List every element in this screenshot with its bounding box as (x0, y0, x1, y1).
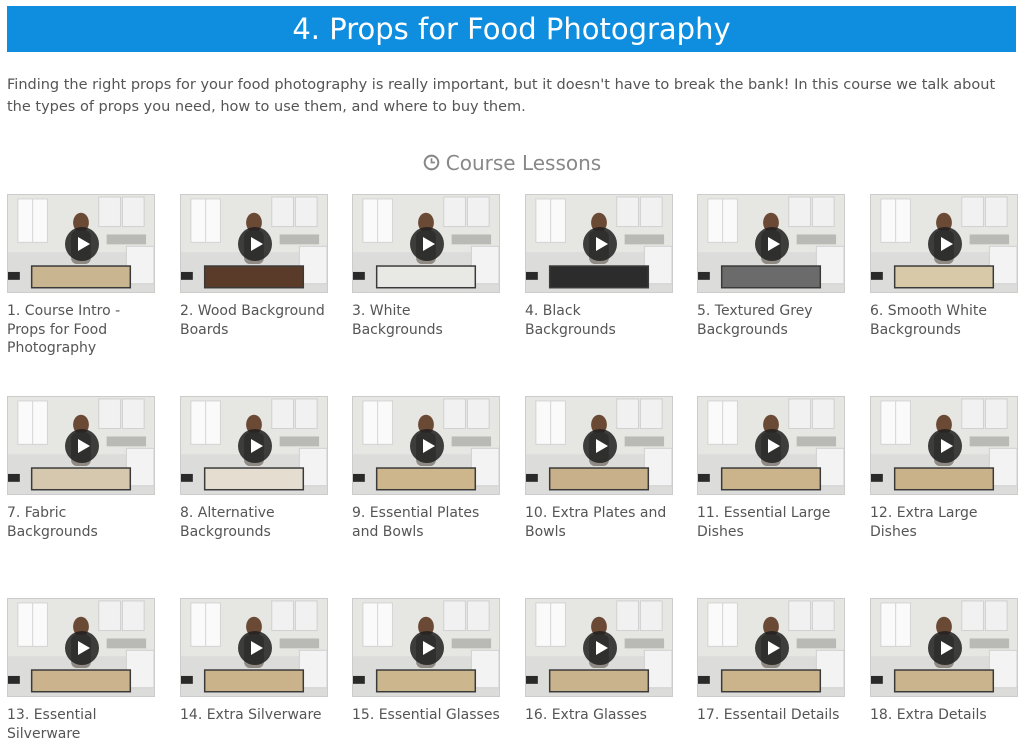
lesson-video-thumbnail[interactable] (352, 598, 500, 697)
play-icon[interactable] (928, 631, 962, 665)
lesson-title[interactable]: 18. Extra Details (870, 706, 1018, 725)
lesson-title[interactable]: 3. White Backgrounds (352, 302, 500, 339)
lesson-card[interactable]: 18. Extra Details (870, 598, 1018, 725)
lesson-title[interactable]: 5. Textured Grey Backgrounds (697, 302, 845, 339)
lesson-video-thumbnail[interactable] (525, 194, 673, 293)
lesson-title[interactable]: 4. Black Backgrounds (525, 302, 673, 339)
lesson-title[interactable]: 13. Essential Silverware (7, 706, 155, 743)
lesson-title[interactable]: 16. Extra Glasses (525, 706, 673, 725)
play-icon[interactable] (65, 429, 99, 463)
lesson-video-thumbnail[interactable] (352, 194, 500, 293)
lesson-video-thumbnail[interactable] (180, 598, 328, 697)
lesson-card[interactable]: 2. Wood Background Boards (180, 194, 328, 339)
play-icon[interactable] (755, 631, 789, 665)
lesson-card[interactable]: 5. Textured Grey Backgrounds (697, 194, 845, 339)
play-icon[interactable] (410, 631, 444, 665)
lesson-title[interactable]: 17. Essentail Details (697, 706, 845, 725)
lesson-card[interactable]: 4. Black Backgrounds (525, 194, 673, 339)
lesson-video-thumbnail[interactable] (180, 194, 328, 293)
lesson-video-thumbnail[interactable] (525, 598, 673, 697)
lesson-title[interactable]: 12. Extra Large Dishes (870, 504, 1018, 541)
lesson-card[interactable]: 10. Extra Plates and Bowls (525, 396, 673, 541)
play-icon[interactable] (238, 631, 272, 665)
lesson-video-thumbnail[interactable] (870, 194, 1018, 293)
lesson-card[interactable]: 12. Extra Large Dishes (870, 396, 1018, 541)
play-icon[interactable] (65, 227, 99, 261)
play-icon[interactable] (928, 227, 962, 261)
lesson-video-thumbnail[interactable] (7, 598, 155, 697)
play-icon[interactable] (583, 429, 617, 463)
play-icon[interactable] (583, 631, 617, 665)
lesson-video-thumbnail[interactable] (7, 194, 155, 293)
lessons-heading: Course Lessons (0, 151, 1024, 175)
lesson-title[interactable]: 9. Essential Plates and Bowls (352, 504, 500, 541)
lesson-card[interactable]: 13. Essential Silverware (7, 598, 155, 743)
play-icon[interactable] (755, 227, 789, 261)
lesson-title[interactable]: 2. Wood Background Boards (180, 302, 328, 339)
lesson-title[interactable]: 15. Essential Glasses (352, 706, 500, 725)
lesson-card[interactable]: 14. Extra Silverware (180, 598, 328, 725)
lesson-card[interactable]: 11. Essential Large Dishes (697, 396, 845, 541)
lesson-card[interactable]: 6. Smooth White Backgrounds (870, 194, 1018, 339)
lesson-card[interactable]: 16. Extra Glasses (525, 598, 673, 725)
play-icon[interactable] (928, 429, 962, 463)
clock-icon (423, 154, 440, 171)
lesson-title[interactable]: 14. Extra Silverware (180, 706, 328, 725)
play-icon[interactable] (755, 429, 789, 463)
play-icon[interactable] (410, 227, 444, 261)
course-description: Finding the right props for your food ph… (7, 77, 996, 115)
lesson-card[interactable]: 9. Essential Plates and Bowls (352, 396, 500, 541)
lesson-video-thumbnail[interactable] (352, 396, 500, 495)
play-icon[interactable] (238, 227, 272, 261)
lesson-video-thumbnail[interactable] (870, 396, 1018, 495)
play-icon[interactable] (410, 429, 444, 463)
lesson-video-thumbnail[interactable] (697, 194, 845, 293)
lesson-card[interactable]: 8. Alternative Backgrounds (180, 396, 328, 541)
lesson-video-thumbnail[interactable] (870, 598, 1018, 697)
lesson-video-thumbnail[interactable] (7, 396, 155, 495)
lesson-title[interactable]: 11. Essential Large Dishes (697, 504, 845, 541)
lesson-card[interactable]: 1. Course Intro - Props for Food Photogr… (7, 194, 155, 358)
page-title: 4. Props for Food Photography (7, 6, 1016, 52)
lesson-title[interactable]: 10. Extra Plates and Bowls (525, 504, 673, 541)
play-icon[interactable] (238, 429, 272, 463)
lesson-card[interactable]: 7. Fabric Backgrounds (7, 396, 155, 541)
lesson-title[interactable]: 8. Alternative Backgrounds (180, 504, 328, 541)
play-icon[interactable] (583, 227, 617, 261)
lesson-video-thumbnail[interactable] (180, 396, 328, 495)
lesson-video-thumbnail[interactable] (697, 396, 845, 495)
play-icon[interactable] (65, 631, 99, 665)
lesson-card[interactable]: 17. Essentail Details (697, 598, 845, 725)
lesson-title[interactable]: 7. Fabric Backgrounds (7, 504, 155, 541)
lesson-card[interactable]: 15. Essential Glasses (352, 598, 500, 725)
lessons-heading-label: Course Lessons (445, 151, 602, 175)
lesson-video-thumbnail[interactable] (697, 598, 845, 697)
lesson-title[interactable]: 1. Course Intro - Props for Food Photogr… (7, 302, 155, 358)
lesson-title[interactable]: 6. Smooth White Backgrounds (870, 302, 1018, 339)
lesson-card[interactable]: 3. White Backgrounds (352, 194, 500, 339)
lesson-video-thumbnail[interactable] (525, 396, 673, 495)
